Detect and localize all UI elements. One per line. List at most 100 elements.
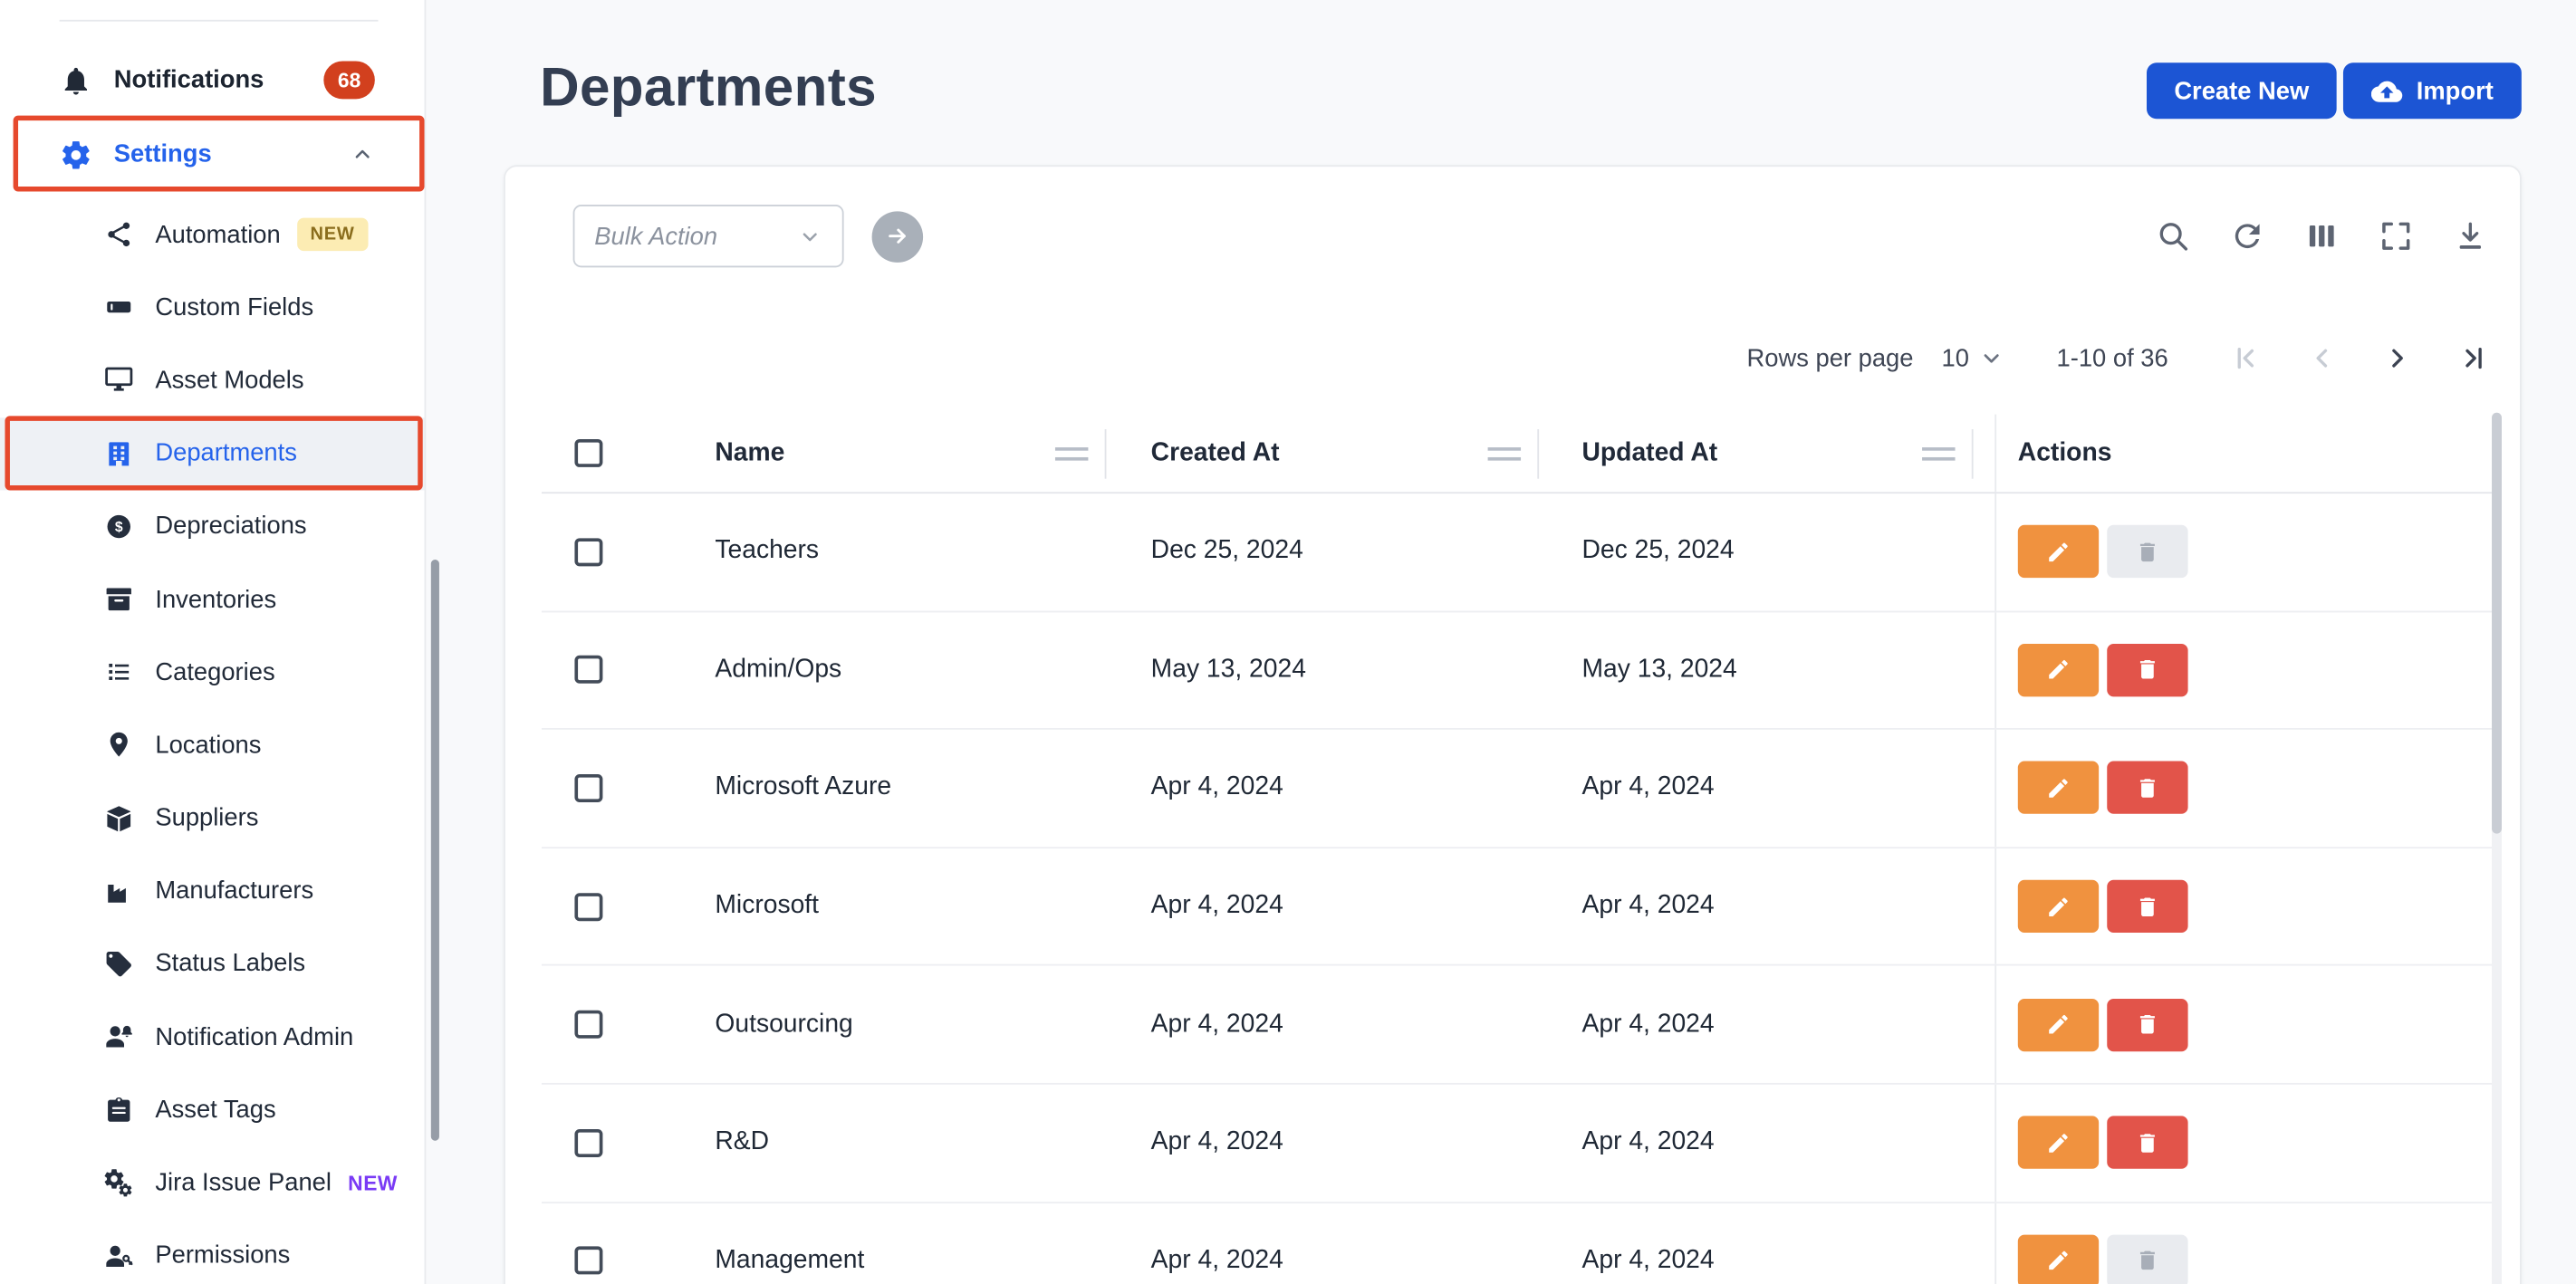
import-button[interactable]: Import xyxy=(2344,62,2522,119)
sidebar-item-custom-fields[interactable]: Custom Fields xyxy=(0,271,425,344)
refresh-button[interactable] xyxy=(2229,218,2265,254)
department-name: Outsourcing xyxy=(715,1010,852,1040)
pencil-icon xyxy=(2046,894,2071,918)
pagination-nav xyxy=(2229,341,2490,374)
delete-button[interactable] xyxy=(2107,880,2187,933)
row-checkbox[interactable] xyxy=(574,656,602,684)
delete-button[interactable] xyxy=(2107,1116,2187,1169)
sidebar-item-asset-tags[interactable]: Asset Tags xyxy=(0,1073,425,1146)
columns-button[interactable] xyxy=(2303,218,2340,254)
created-at-value: Apr 4, 2024 xyxy=(1151,1128,1283,1158)
delete-button[interactable] xyxy=(2107,525,2187,578)
row-checkbox[interactable] xyxy=(574,893,602,921)
updated-at-value: Apr 4, 2024 xyxy=(1582,1246,1715,1276)
download-button[interactable] xyxy=(2452,218,2488,254)
pencil-icon xyxy=(2046,776,2071,800)
updated-at-value: Apr 4, 2024 xyxy=(1582,1128,1715,1158)
table-row: Admin/Ops May 13, 2024 May 13, 2024 xyxy=(542,612,2492,731)
new-badge: NEW xyxy=(297,218,368,251)
settings-submenu: Automation NEW Custom Fields Asset Model… xyxy=(0,198,425,1284)
updated-at-value: Apr 4, 2024 xyxy=(1582,773,1715,803)
row-checkbox[interactable] xyxy=(574,1129,602,1157)
rows-per-page-label: Rows per page xyxy=(1747,344,1914,372)
previous-page-button[interactable] xyxy=(2305,341,2338,374)
pencil-icon xyxy=(2046,540,2071,564)
user-bell-icon xyxy=(104,1022,134,1052)
edit-button[interactable] xyxy=(2018,525,2099,578)
search-button[interactable] xyxy=(2155,218,2191,254)
edit-button[interactable] xyxy=(2018,880,2099,933)
table-body: Teachers Dec 25, 2024 Dec 25, 2024 Admin… xyxy=(542,493,2492,1284)
sidebar-item-departments[interactable]: Departments xyxy=(0,417,425,490)
row-checkbox[interactable] xyxy=(574,1011,602,1039)
fullscreen-button[interactable] xyxy=(2378,218,2414,254)
sidebar-item-locations[interactable]: Locations xyxy=(0,709,425,782)
bulk-action-placeholder: Bulk Action xyxy=(594,222,797,250)
delete-button[interactable] xyxy=(2107,762,2187,814)
page-header: Departments Create New Import xyxy=(504,0,2522,122)
create-new-button[interactable]: Create New xyxy=(2146,62,2337,119)
sidebar-item-label: Settings xyxy=(114,140,212,168)
last-page-button[interactable] xyxy=(2457,341,2490,374)
select-all-checkbox[interactable] xyxy=(574,439,602,467)
created-at-value: Apr 4, 2024 xyxy=(1151,892,1283,922)
sidebar-item-settings[interactable]: Settings xyxy=(0,117,425,191)
sidebar-item-jira-issue-panel[interactable]: Jira Issue Panel NEW xyxy=(0,1146,425,1220)
next-page-button[interactable] xyxy=(2381,341,2414,374)
rows-per-page-select[interactable]: 10 xyxy=(1941,344,2005,372)
column-header-created-at[interactable]: Created At xyxy=(1106,415,1539,493)
edit-button[interactable] xyxy=(2018,644,2099,696)
sidebar-item-inventories[interactable]: Inventories xyxy=(0,563,425,637)
factory-icon xyxy=(104,877,134,906)
delete-button[interactable] xyxy=(2107,644,2187,696)
sidebar-item-suppliers[interactable]: Suppliers xyxy=(0,781,425,855)
row-checkbox[interactable] xyxy=(574,538,602,566)
sidebar-item-notification-admin[interactable]: Notification Admin xyxy=(0,1001,425,1074)
row-checkbox[interactable] xyxy=(574,774,602,802)
pencil-icon xyxy=(2046,1130,2071,1155)
sidebar-item-asset-models[interactable]: Asset Models xyxy=(0,344,425,417)
pencil-icon xyxy=(2046,657,2071,682)
created-at-value: Apr 4, 2024 xyxy=(1151,1010,1283,1040)
edit-button[interactable] xyxy=(2018,1234,2099,1284)
edit-button[interactable] xyxy=(2018,998,2099,1050)
column-header-name[interactable]: Name xyxy=(670,415,1106,493)
column-resize-handle-icon[interactable] xyxy=(1922,446,1955,460)
arrow-right-icon xyxy=(884,223,910,249)
delete-button[interactable] xyxy=(2107,998,2187,1050)
new-badge: NEW xyxy=(348,1172,398,1195)
first-page-button[interactable] xyxy=(2229,341,2262,374)
updated-at-value: Dec 25, 2024 xyxy=(1582,537,1735,567)
row-checkbox[interactable] xyxy=(574,1247,602,1275)
bulk-action-go-button[interactable] xyxy=(872,210,924,262)
table-row: R&D Apr 4, 2024 Apr 4, 2024 xyxy=(542,1085,2492,1203)
column-resize-handle-icon[interactable] xyxy=(1488,446,1521,460)
sidebar-item-status-labels[interactable]: Status Labels xyxy=(0,927,425,1001)
edit-button[interactable] xyxy=(2018,1116,2099,1169)
sidebar-item-categories[interactable]: Categories xyxy=(0,636,425,709)
table-scrollbar[interactable] xyxy=(2492,413,2502,1284)
edit-button[interactable] xyxy=(2018,762,2099,814)
delete-button[interactable] xyxy=(2107,1234,2187,1284)
sidebar-item-label: Suppliers xyxy=(155,804,258,832)
bulk-action-select[interactable]: Bulk Action xyxy=(573,205,844,267)
bell-icon xyxy=(60,63,92,96)
created-at-value: Dec 25, 2024 xyxy=(1151,537,1303,567)
sidebar-item-label: Notification Admin xyxy=(155,1023,353,1051)
sidebar-item-automation[interactable]: Automation NEW xyxy=(0,198,425,272)
sidebar-item-label: Manufacturers xyxy=(155,877,313,906)
gears-icon xyxy=(104,1168,134,1198)
created-at-value: Apr 4, 2024 xyxy=(1151,1246,1283,1276)
refresh-icon xyxy=(2229,218,2265,254)
table-scrollbar-thumb[interactable] xyxy=(2492,413,2502,834)
app-root: Notifications 68 Settings Automation NEW… xyxy=(0,0,2576,1284)
sidebar-item-notifications[interactable]: Notifications 68 xyxy=(0,43,425,117)
sidebar-item-manufacturers[interactable]: Manufacturers xyxy=(0,855,425,928)
share-nodes-icon xyxy=(104,220,134,250)
sidebar-item-permissions[interactable]: Permissions xyxy=(0,1220,425,1284)
column-resize-handle-icon[interactable] xyxy=(1055,446,1088,460)
column-header-updated-at[interactable]: Updated At xyxy=(1539,415,1994,493)
sidebar-scrollbar[interactable] xyxy=(431,560,439,1141)
search-icon xyxy=(2155,218,2191,254)
sidebar-item-depreciations[interactable]: Depreciations xyxy=(0,490,425,563)
